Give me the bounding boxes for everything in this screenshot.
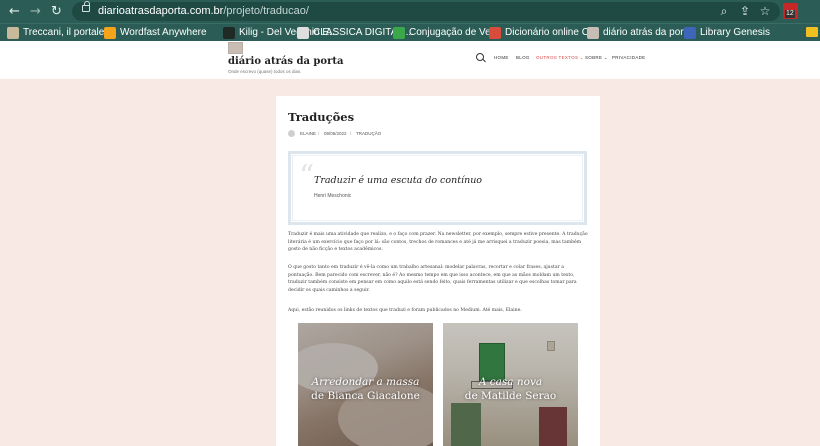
back-arrow-icon[interactable]: ← xyxy=(6,3,23,20)
nav-blog[interactable]: BLOG xyxy=(516,55,530,61)
bookmark-label: Wordfast Anywhere xyxy=(120,27,207,38)
meta-separator: / xyxy=(318,131,320,136)
quote-text: Traduzir é uma escuta do contínuo xyxy=(314,175,483,186)
bookmark-favicon-icon xyxy=(297,27,309,39)
bookmark-favicon-icon xyxy=(7,27,19,39)
bookmark-favicon-icon xyxy=(223,27,235,39)
bookmark-label: diário atrás da port... xyxy=(603,27,695,38)
post-title: Traduções xyxy=(288,110,355,124)
url-text[interactable]: diarioatrasdaporta.com.br/projeto/traduc… xyxy=(98,3,309,19)
bookmark-label: Dicionário online C... xyxy=(505,27,598,38)
author-avatar xyxy=(288,130,295,137)
post-paragraph-2: O que gosto tanto em traduzir é vê-la co… xyxy=(288,265,577,293)
browser-toolbar: ← → ↻ diarioatrasdaporta.com.br/projeto/… xyxy=(0,0,820,23)
card-title-line2: de Matilde Serao xyxy=(464,390,557,402)
post-category[interactable]: TRADUÇÃO xyxy=(356,131,381,137)
extension-badge-count: 12 xyxy=(785,10,795,18)
quote-inner-border xyxy=(292,155,583,221)
extension-icon[interactable]: 12 xyxy=(783,3,798,19)
post-paragraph-1: Traduzir é mais uma atividade que realiz… xyxy=(288,232,588,253)
bookmark-folder-icon[interactable] xyxy=(806,27,818,37)
bookmark-wordfast[interactable]: Wordfast Anywhere xyxy=(104,26,207,40)
url-path: /projeto/traducao/ xyxy=(223,5,309,17)
bookmark-label: Library Genesis xyxy=(700,27,771,38)
reload-icon[interactable]: ↻ xyxy=(48,3,65,20)
post-author[interactable]: ELAINE xyxy=(300,131,316,137)
share-icon[interactable]: ⇪ xyxy=(737,3,753,19)
nav-outros-textos[interactable]: OUTROS TEXTOS ⌄ xyxy=(536,55,584,61)
bookmark-star-icon[interactable]: ☆ xyxy=(757,3,773,19)
bookmark-diario[interactable]: diário atrás da port... xyxy=(587,26,695,40)
post-date: 09/06/2022 xyxy=(324,131,347,136)
bookmark-library-genesis[interactable]: Library Genesis xyxy=(684,26,770,40)
bookmark-favicon-icon xyxy=(489,27,501,39)
nav-home[interactable]: HOME xyxy=(494,55,509,61)
url-domain: diarioatrasdaporta.com.br xyxy=(98,5,224,17)
quote-author: Henri Meschonic xyxy=(314,193,352,199)
site-title[interactable]: diário atrás da porta xyxy=(228,56,343,67)
nav-sobre[interactable]: SOBRE ⌄ xyxy=(585,55,608,61)
post-paragraph-3: Aqui, estão reunidos os links de textos … xyxy=(288,308,522,313)
site-logo[interactable] xyxy=(228,42,243,54)
forward-arrow-icon[interactable]: → xyxy=(27,3,44,20)
bookmark-label: Conjugação de Ver... xyxy=(409,27,502,38)
search-icon[interactable] xyxy=(476,53,484,61)
bookmark-favicon-icon xyxy=(393,27,405,39)
bookmark-favicon-icon xyxy=(104,27,116,39)
bookmark-treccani[interactable]: Treccani, il portale... xyxy=(7,26,113,40)
card-title-line1: Arredondar a massa xyxy=(298,376,433,389)
translation-card-bianca-giacalone[interactable]: Arredondar a massa de Bianca Giacalone xyxy=(298,323,433,446)
nav-privacidade[interactable]: PRIVACIDADE xyxy=(612,55,645,61)
bookmark-conjugacao[interactable]: Conjugação de Ver... xyxy=(393,26,502,40)
translation-card-matilde-serao[interactable]: A casa nova de Matilde Serao xyxy=(443,323,578,446)
zoom-icon[interactable]: ⌕ xyxy=(716,3,732,19)
bookmarks-bar: Treccani, il portale... Wordfast Anywher… xyxy=(0,23,820,41)
bookmark-dicionario[interactable]: Dicionário online C... xyxy=(489,26,597,40)
site-header xyxy=(0,41,820,79)
card-title-line2: de Bianca Giacalone xyxy=(311,390,420,402)
bookmark-label: Treccani, il portale... xyxy=(23,27,113,38)
card-title-text: Arredondar a massa xyxy=(311,376,420,388)
card-title-text: A casa nova xyxy=(478,376,543,388)
quote-mark-icon: “ xyxy=(299,159,315,194)
lock-icon[interactable] xyxy=(82,1,90,12)
bookmark-favicon-icon xyxy=(587,27,599,39)
card-title-line1: A casa nova xyxy=(443,376,578,389)
bookmark-favicon-icon xyxy=(684,27,696,39)
meta-separator: / xyxy=(350,131,352,136)
site-tagline: Onde escrevo (quase) todos os dias. xyxy=(228,69,302,74)
